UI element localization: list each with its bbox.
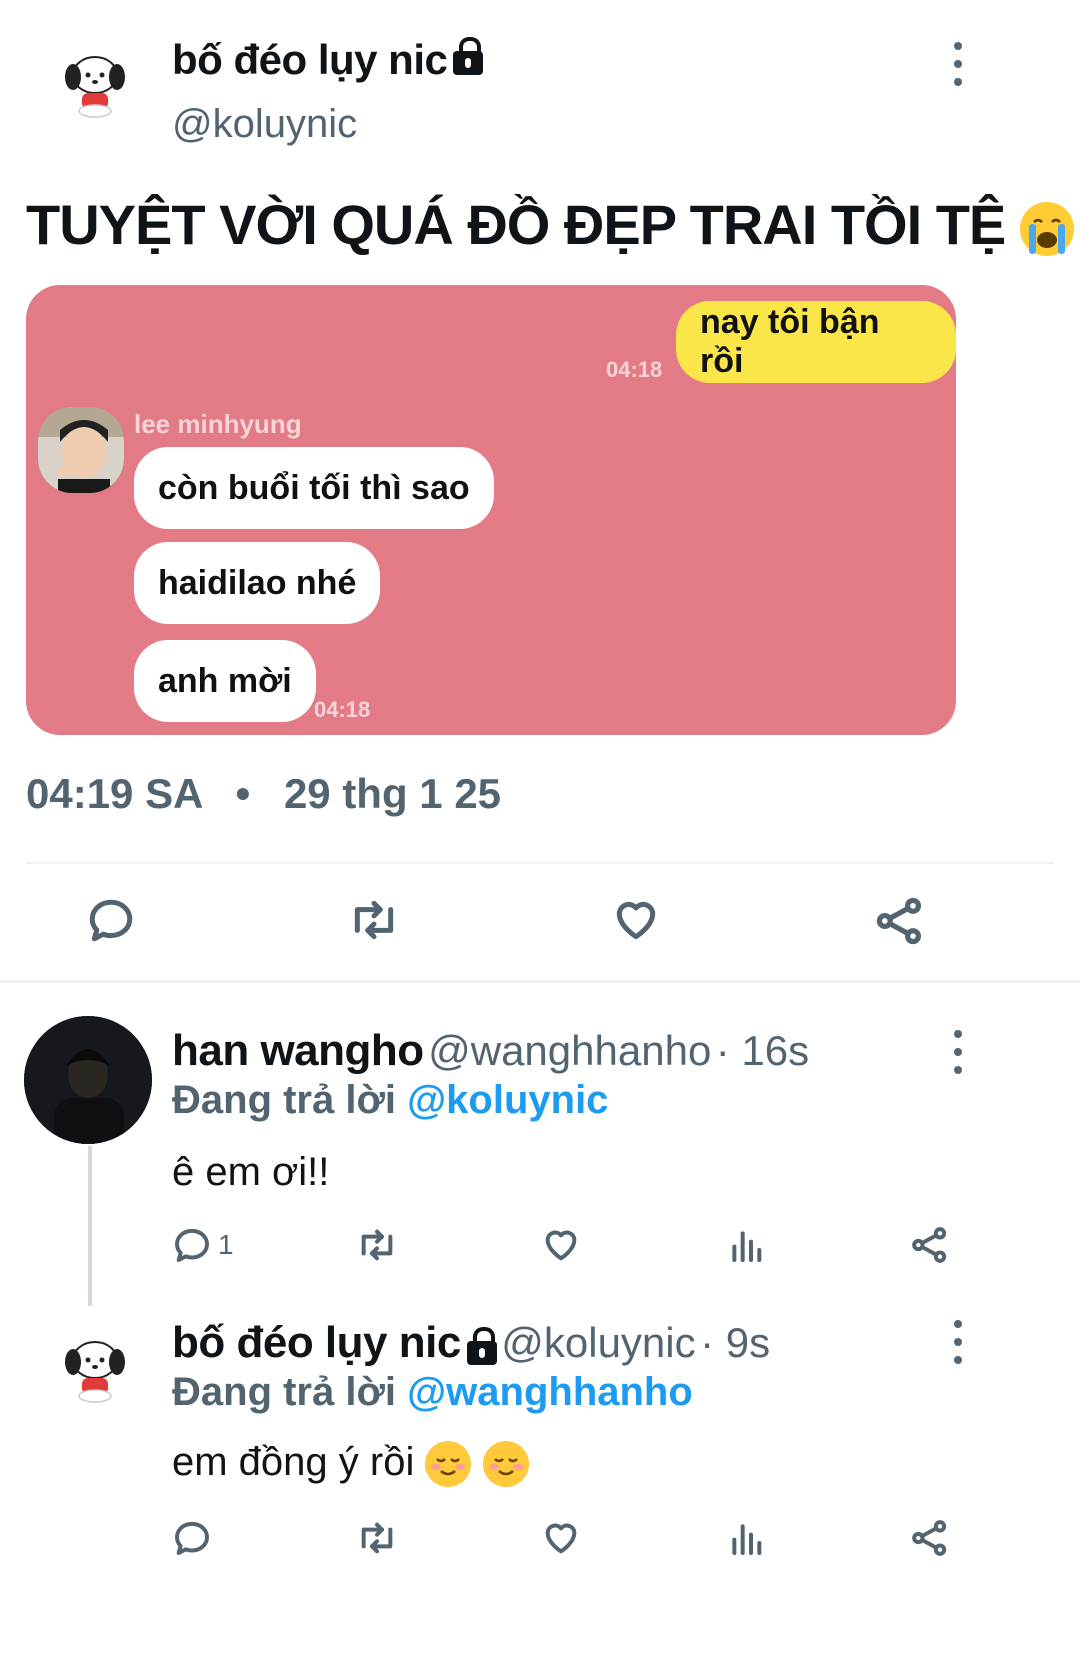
more-icon[interactable]: [952, 1030, 964, 1074]
replying-to-link[interactable]: @wanghhanho: [407, 1370, 693, 1414]
sender-avatar: [38, 407, 124, 493]
tweet-text: TUYỆT VỜI QUÁ ĐỒ ĐẸP TRAI TỒI TỆ: [26, 192, 1074, 257]
reply-count: 1: [218, 1229, 234, 1260]
like-icon: [545, 1523, 577, 1554]
author-name-text: bố đéo lụy nic: [172, 36, 448, 83]
like-icon: [616, 901, 656, 940]
replying-prefix: Đang trả lời: [172, 1370, 397, 1414]
share-icon: [876, 897, 922, 945]
reply-author-handle[interactable]: @koluynic: [501, 1319, 695, 1366]
incoming-message-text: haidilao nhé: [158, 563, 357, 602]
reply-header: bố đéo lụy nic @koluynic · 9s: [172, 1318, 770, 1368]
retweet-button[interactable]: [354, 1518, 400, 1558]
author-handle[interactable]: @koluynic: [172, 102, 357, 147]
author-avatar[interactable]: [55, 45, 135, 125]
incoming-message-text: còn buổi tối thì sao: [158, 468, 470, 507]
loudly-crying-face-icon: [1019, 202, 1074, 257]
reply-button[interactable]: [86, 895, 136, 945]
divider: [26, 862, 1054, 864]
reply-author-handle[interactable]: @wanghhanho: [428, 1027, 711, 1074]
reply-button[interactable]: 1: [172, 1225, 234, 1265]
share-icon: [912, 1227, 947, 1263]
like-button[interactable]: [540, 1518, 582, 1558]
retweet-button[interactable]: [346, 895, 402, 945]
reply-header: han wangho @wanghhanho · 16s: [172, 1026, 809, 1076]
reply-text: em đồng ý rồi: [172, 1440, 529, 1488]
lock-icon: [453, 36, 484, 75]
reply-avatar[interactable]: [55, 1330, 135, 1410]
reply-icon: [175, 1521, 209, 1555]
tweet-time: 04:19 SA: [26, 770, 202, 817]
smiling-face-icon: [482, 1441, 529, 1488]
more-icon[interactable]: [952, 1320, 964, 1364]
person-photo-icon: [24, 1016, 152, 1144]
reply-button[interactable]: [172, 1518, 212, 1558]
incoming-message: còn buổi tối thì sao: [134, 447, 494, 529]
reply-avatar[interactable]: [24, 1016, 152, 1144]
sender-name: lee minhyung: [134, 409, 302, 439]
replying-to: Đang trả lời @koluynic: [172, 1078, 608, 1123]
share-button[interactable]: [910, 1225, 950, 1265]
retweet-icon: [361, 1229, 393, 1261]
reply-author-name[interactable]: han wangho: [172, 1026, 424, 1075]
person-photo-icon: [38, 407, 124, 493]
like-icon: [545, 1230, 577, 1261]
replying-to-link[interactable]: @koluynic: [407, 1078, 608, 1122]
outgoing-message: nay tôi bận rồi: [676, 301, 956, 383]
retweet-icon: [354, 900, 394, 940]
tweet-text-content: TUYỆT VỜI QUÁ ĐỒ ĐẸP TRAI TỒI TỆ: [26, 193, 1006, 256]
reply-icon: [89, 899, 133, 942]
outgoing-time: 04:18: [606, 357, 663, 382]
reply-icon: [175, 1228, 209, 1262]
reply-age: · 16s: [715, 1027, 810, 1074]
replying-to: Đang trả lời @wanghhanho: [172, 1370, 693, 1415]
replying-prefix: Đang trả lời: [172, 1078, 397, 1122]
share-icon: [912, 1520, 947, 1556]
incoming-message: haidilao nhé: [134, 542, 381, 624]
share-button[interactable]: [874, 895, 926, 947]
incoming-message-text: anh mời: [158, 661, 292, 700]
outgoing-message-text: nay tôi bận rồi: [700, 303, 880, 380]
chat-screenshot: nay tôi bận rồi 04:18 lee minhyung còn b…: [26, 285, 956, 735]
like-button[interactable]: [610, 895, 662, 945]
views-icon: [732, 1524, 762, 1555]
views-icon: [732, 1231, 762, 1262]
views-button[interactable]: [726, 1518, 766, 1558]
lock-icon: [466, 1326, 497, 1365]
reply-text: ê em ơi!!: [172, 1150, 330, 1194]
reply-age: · 9s: [700, 1319, 771, 1366]
reply-author-name[interactable]: bố đéo lụy nic: [172, 1318, 461, 1367]
pochacco-avatar-icon: [65, 56, 125, 118]
share-button[interactable]: [910, 1518, 950, 1558]
views-button[interactable]: [726, 1225, 766, 1265]
retweet-button[interactable]: [354, 1225, 400, 1265]
tweet-date: 29 thg 1 25: [283, 770, 502, 817]
author-name[interactable]: bố đéo lụy nic: [172, 36, 484, 84]
thread-line: [88, 1146, 92, 1306]
retweet-icon: [361, 1522, 393, 1554]
tweet-timestamp[interactable]: 04:19 SA • 29 thg 1 25: [26, 770, 501, 818]
pochacco-avatar-icon: [65, 1341, 125, 1403]
section-separator: [0, 980, 1080, 983]
incoming-message: anh mời: [134, 640, 316, 722]
incoming-time: 04:18: [314, 697, 371, 722]
reply-text-content: em đồng ý rồi: [172, 1440, 415, 1484]
like-button[interactable]: [540, 1225, 582, 1265]
meta-separator: •: [235, 770, 251, 817]
smiling-face-icon: [425, 1441, 472, 1488]
more-icon[interactable]: [952, 42, 964, 86]
